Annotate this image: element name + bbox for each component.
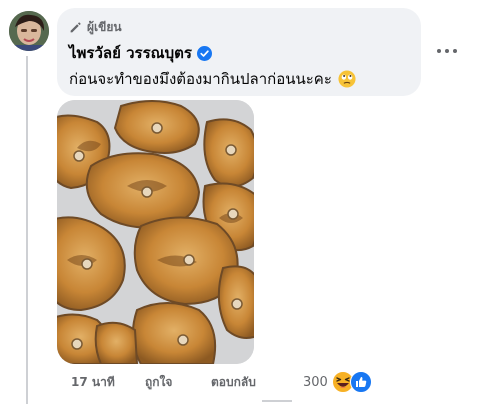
dot-icon (453, 49, 457, 53)
verified-badge-icon (196, 45, 212, 61)
dot-icon (445, 49, 449, 53)
comment-photo[interactable] (57, 100, 254, 364)
author-badge-label: ผู้เขียน (87, 20, 122, 34)
comment-actions: 17 นาที ถูกใจ ตอบกลับ (71, 373, 256, 392)
thread-line (26, 56, 28, 404)
author-name[interactable]: ไพรวัลย์ วรรณบุตร (69, 41, 192, 65)
comment-time[interactable]: 17 นาที (71, 373, 145, 392)
reaction-count: 300 (303, 374, 328, 390)
comment-bubble: ผู้เขียน ไพรวัลย์ วรรณบุตร ก่อนจะทำของมึ… (57, 8, 421, 96)
like-button[interactable]: ถูกใจ (145, 373, 211, 392)
author-badge: ผู้เขียน (69, 18, 122, 37)
pencil-icon (70, 22, 81, 33)
thread-branch-line (262, 400, 292, 402)
comment-text-content: ก่อนจะทำของมึงต้องมากินปลาก่อนนะคะ (69, 70, 332, 88)
rolling-eyes-emoji (338, 70, 356, 88)
more-options-button[interactable] (437, 45, 457, 57)
like-reaction-icon (349, 371, 372, 393)
reply-button[interactable]: ตอบกลับ (211, 373, 256, 392)
avatar[interactable] (9, 11, 49, 51)
reaction-summary[interactable]: 300 (303, 371, 372, 393)
dot-icon (437, 49, 441, 53)
comment-text: ก่อนจะทำของมึงต้องมากินปลาก่อนนะคะ (69, 67, 356, 91)
